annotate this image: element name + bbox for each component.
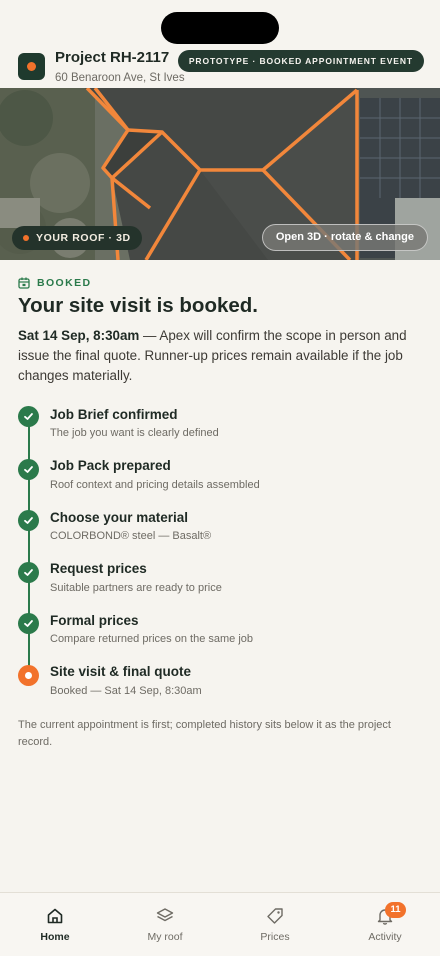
step-title: Request prices xyxy=(50,561,147,576)
nav-label: Prices xyxy=(260,931,290,943)
step-complete-icon xyxy=(18,613,39,634)
your-roof-chip-label: YOUR ROOF · 3D xyxy=(36,232,131,244)
nav-activity[interactable]: 11 Activity xyxy=(330,893,440,956)
nav-home[interactable]: Home xyxy=(0,893,110,956)
step-title: Job Pack prepared xyxy=(50,458,171,473)
home-icon xyxy=(47,908,63,924)
step-complete-icon xyxy=(18,406,39,427)
your-roof-chip: YOUR ROOF · 3D xyxy=(12,226,142,250)
page-title: Your site visit is booked. xyxy=(18,294,258,317)
history-footnote: The current appointment is first; comple… xyxy=(18,719,391,748)
device-notch xyxy=(161,12,279,44)
roof-preview[interactable]: YOUR ROOF · 3D Open 3D · rotate & change xyxy=(0,88,440,260)
step-complete-icon xyxy=(18,510,39,531)
step-subtitle: Suitable partners are ready to price xyxy=(50,582,222,594)
open-3d-button[interactable]: Open 3D · rotate & change xyxy=(261,224,428,251)
app-logo xyxy=(18,53,45,80)
booking-description: Sat 14 Sep, 8:30am — Apex will confirm t… xyxy=(18,326,426,386)
tag-icon xyxy=(267,908,283,924)
step-subtitle: Booked — Sat 14 Sep, 8:30am xyxy=(50,685,202,697)
notification-badge: 11 xyxy=(385,902,406,918)
nav-label: Activity xyxy=(368,931,402,943)
nav-prices[interactable]: Prices xyxy=(220,893,330,956)
step-subtitle: COLORBOND® steel — Basalt® xyxy=(50,530,212,542)
step-complete-icon xyxy=(18,562,39,583)
layers-icon xyxy=(156,908,174,922)
status-label: BOOKED xyxy=(37,277,92,289)
booking-date-time: Sat 14 Sep, 8:30am xyxy=(18,328,140,343)
step-current-icon xyxy=(18,665,39,686)
project-title: Project RH-2117 xyxy=(55,49,170,66)
prototype-badge: PROTOTYPE · BOOKED APPOINTMENT EVENT xyxy=(177,50,424,72)
project-address: 60 Benaroon Ave, St Ives xyxy=(55,72,185,84)
step-title: Site visit & final quote xyxy=(50,664,192,679)
step-subtitle: The job you want is clearly defined xyxy=(50,427,219,439)
nav-label: Home xyxy=(40,931,70,943)
project-header: Project RH-2117 60 Benaroon Ave, St Ives… xyxy=(0,48,440,88)
step-title: Formal prices xyxy=(50,613,139,628)
step-title: Choose your material xyxy=(50,510,189,525)
step-subtitle: Compare returned prices on the same job xyxy=(50,633,253,645)
step-complete-icon xyxy=(18,459,39,480)
nav-my-roof[interactable]: My roof xyxy=(110,893,220,956)
step-title: Job Brief confirmed xyxy=(50,407,178,422)
nav-label: My roof xyxy=(147,931,183,943)
bottom-nav: Home My roof Prices 11 Activity xyxy=(0,892,440,956)
calendar-icon xyxy=(18,277,30,289)
status-dot xyxy=(23,235,29,241)
step-subtitle: Roof context and pricing details assembl… xyxy=(50,479,260,491)
